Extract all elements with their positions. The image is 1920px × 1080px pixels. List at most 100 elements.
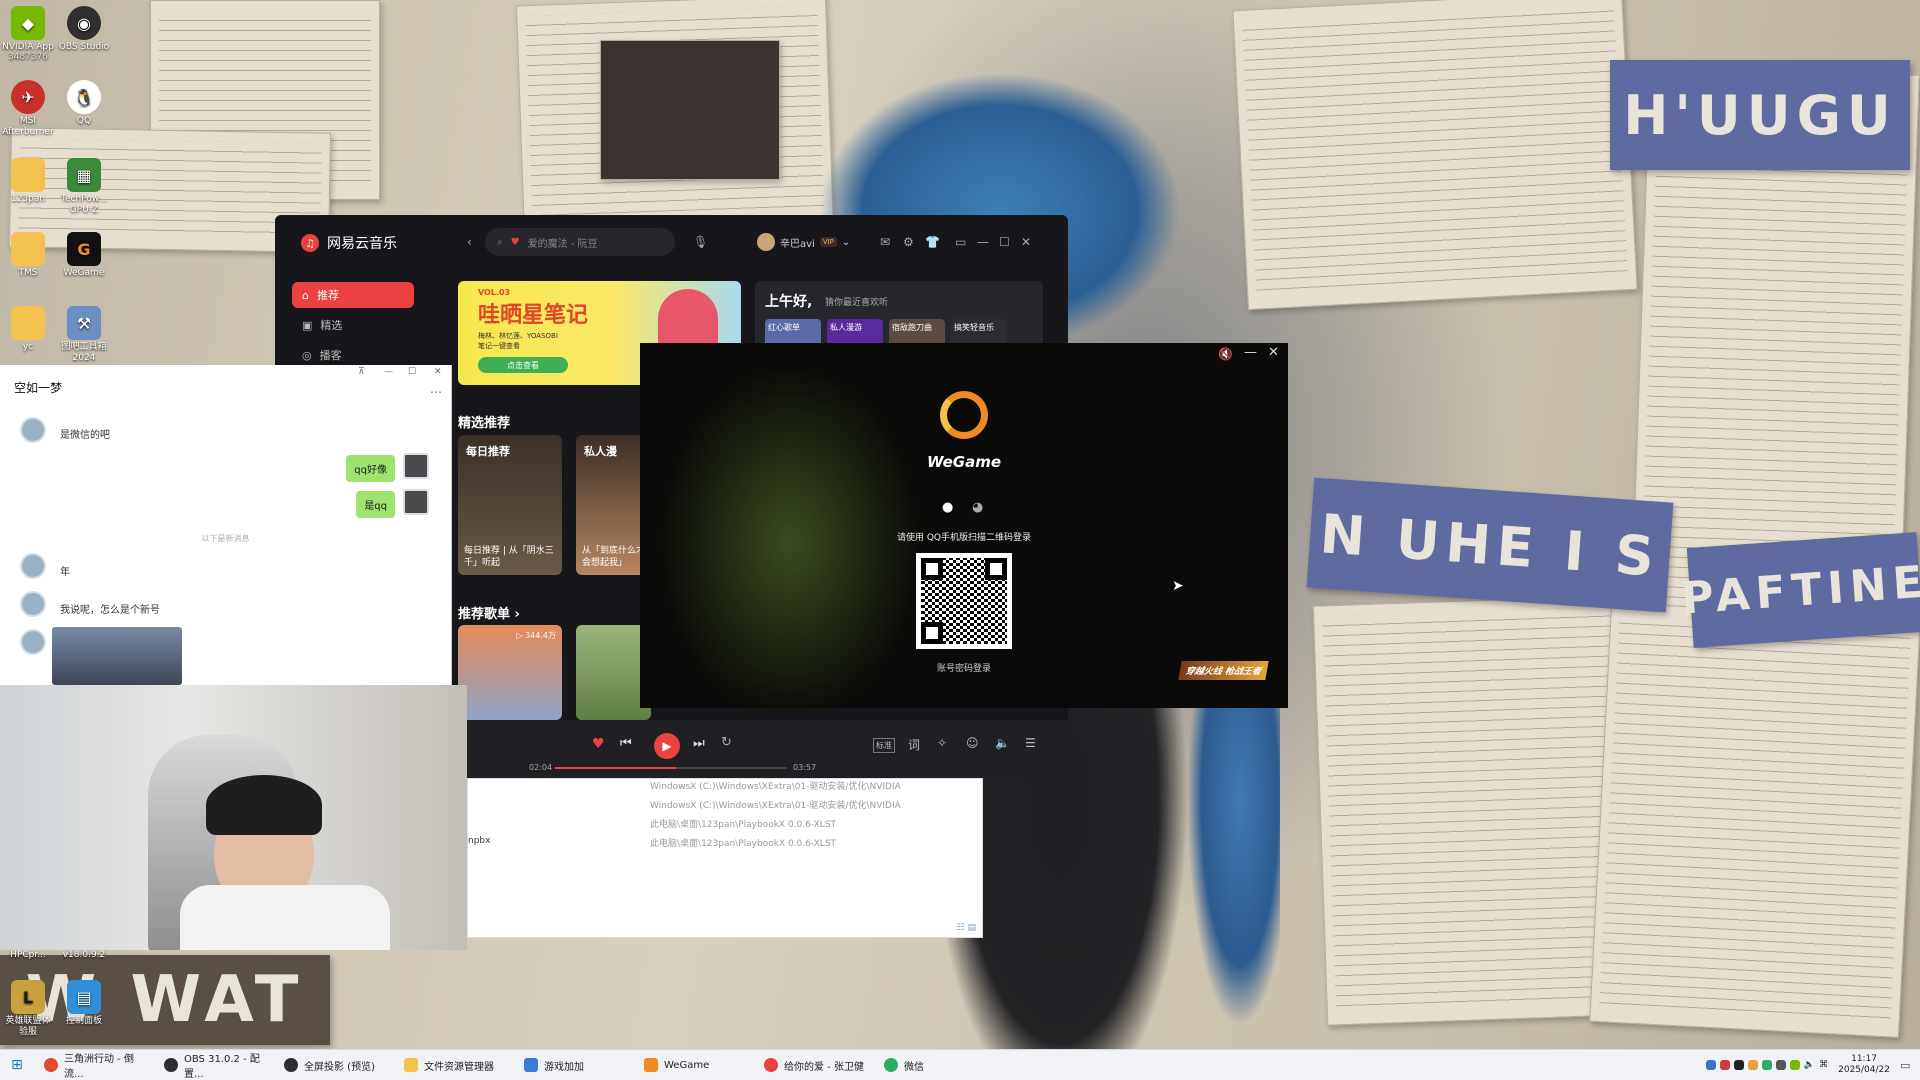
lol-icon: L: [11, 980, 45, 1014]
desktop-icon-hpc[interactable]: HPCpr...: [2, 950, 54, 961]
streamer-hair: [206, 775, 322, 835]
next-icon[interactable]: ⏭: [693, 736, 705, 751]
maximize-icon[interactable]: ☐: [408, 367, 416, 377]
playlist-card[interactable]: ▷ 344.4万: [458, 625, 562, 720]
theme-icon[interactable]: 👕: [925, 235, 940, 249]
playlist-icon[interactable]: ☰: [1025, 736, 1036, 750]
game-plus-icon: [524, 1058, 538, 1072]
explorer-row[interactable]: 此电脑\桌面\123pan\PlaybookX 0.0.6-XLST: [650, 836, 836, 849]
play-button[interactable]: ▶: [654, 733, 680, 759]
minimize-icon[interactable]: —: [1244, 345, 1257, 360]
sound-effect-icon[interactable]: ✧: [937, 736, 947, 750]
user-profile[interactable]: 辛巴avi VIP ⌄: [757, 233, 850, 251]
obs-icon: [284, 1058, 298, 1072]
repeat-icon[interactable]: ↻: [721, 735, 732, 750]
taskbar-item[interactable]: 给你的爱 - 张卫健: [754, 1050, 874, 1080]
minimize-icon[interactable]: —: [384, 367, 393, 377]
mute-icon[interactable]: 🔇: [1218, 347, 1233, 361]
desktop-icon-wegame[interactable]: G WeGame: [58, 232, 110, 279]
playlist-title[interactable]: 推荐歌单 ›: [458, 603, 520, 622]
wegame-icon: [644, 1058, 658, 1072]
nav-item-recommend[interactable]: ⌂ 推荐: [292, 282, 414, 308]
progress-track[interactable]: [555, 767, 787, 769]
featured-icon: ▣: [302, 318, 313, 332]
desktop-icon-tms[interactable]: TMS: [2, 232, 54, 279]
daily-recommend-card[interactable]: 每日推荐 每日推荐 | 从「阴水三千」听起: [458, 435, 562, 575]
mini-mode-icon[interactable]: ▭: [955, 235, 966, 249]
qq-login-tab-icon[interactable]: ●: [942, 500, 953, 515]
network-icon[interactable]: ⌘: [1819, 1060, 1828, 1070]
pin-icon[interactable]: ⊼: [358, 367, 365, 377]
password-login-link[interactable]: 账号密码登录: [914, 661, 1014, 674]
taskbar-item[interactable]: 游戏加加: [514, 1050, 634, 1080]
view-toggle-icon[interactable]: ☷ ▤: [957, 923, 976, 933]
taskbar-item[interactable]: 三角洲行动 - 倒流...: [34, 1050, 154, 1080]
wechat-login-tab-icon[interactable]: ◕: [972, 500, 983, 515]
tray-app-icon[interactable]: [1733, 1060, 1744, 1070]
quality-button[interactable]: 标准: [873, 738, 895, 753]
desktop-icon-123pan[interactable]: 123pan: [2, 158, 54, 205]
game-ad-badge[interactable]: 穿越火线 枪战王者: [1178, 661, 1269, 680]
wegame-logo-icon: [940, 391, 988, 439]
taskbar-item[interactable]: 全屏投影 (预览): [274, 1050, 394, 1080]
tray-app-icon[interactable]: [1705, 1060, 1716, 1070]
windows-start-icon[interactable]: ⊞: [0, 1050, 34, 1080]
desktop-icon-lol[interactable]: L 英雄联盟体验服: [2, 980, 54, 1038]
avatar: [20, 591, 46, 617]
microphone-icon[interactable]: 🎙: [693, 235, 708, 249]
chevron-down-icon: ⌄: [841, 236, 851, 248]
desktop-icon-qq[interactable]: 🐧 QQ: [58, 80, 110, 127]
lyrics-icon[interactable]: 词: [908, 736, 920, 753]
notification-icon[interactable]: ▭: [1900, 1059, 1920, 1072]
desktop-icon-app[interactable]: v18.0.9.2: [58, 950, 110, 961]
clock[interactable]: 11:17 2025/04/22: [1838, 1054, 1890, 1076]
card-tag: 每日推荐: [466, 445, 510, 458]
taskbar-item[interactable]: 微信: [874, 1050, 994, 1080]
more-icon[interactable]: ⋯: [430, 385, 442, 399]
banner-button[interactable]: 点击查看: [478, 357, 568, 373]
explorer-row[interactable]: WindowsX (C:)\Windows\XExtra\01-驱动安装/优化\…: [650, 779, 901, 792]
nav-item-featured[interactable]: ▣ 精选: [292, 312, 414, 338]
taskbar-item[interactable]: 文件资源管理器: [394, 1050, 514, 1080]
tray-app-icon[interactable]: [1719, 1060, 1730, 1070]
desktop-icon-afterburner[interactable]: ✈ MSI Afterburner: [2, 80, 54, 138]
tray-app-icon[interactable]: [1789, 1060, 1800, 1070]
explorer-row[interactable]: WindowsX (C:)\Windows\XExtra\01-驱动安装/优化\…: [650, 798, 901, 811]
tray-app-icon[interactable]: [1775, 1060, 1786, 1070]
desktop-icon-control-panel[interactable]: ▤ 控制面板: [58, 980, 110, 1027]
settings-icon[interactable]: ⚙: [903, 235, 914, 249]
search-input[interactable]: ⌕ ♥ 爱的魔法 - 阮豆: [485, 228, 675, 256]
folder-icon: [11, 232, 45, 266]
tray-app-icon[interactable]: [1761, 1060, 1772, 1070]
close-icon[interactable]: ✕: [1021, 235, 1031, 249]
volume-icon[interactable]: 🔈: [995, 736, 1010, 750]
back-icon[interactable]: ‹: [467, 235, 472, 249]
close-icon[interactable]: ✕: [1268, 345, 1279, 360]
minimize-icon[interactable]: —: [977, 235, 989, 249]
taskbar-item[interactable]: WeGame: [634, 1050, 754, 1080]
desktop-corner-text: 3487376: [7, 52, 49, 62]
taskbar-item[interactable]: OBS 31.0.2 - 配置...: [154, 1050, 274, 1080]
search-icon: ⌕: [497, 236, 503, 248]
banner-line2: 笔记一键查看: [478, 342, 520, 350]
listen-together-icon[interactable]: ☺: [966, 736, 979, 750]
desktop-icon-yc[interactable]: yc: [2, 306, 54, 353]
desktop-icon-obs[interactable]: ◉ OBS Studio: [58, 6, 110, 53]
volume-icon[interactable]: 🔈: [1804, 1060, 1815, 1070]
maximize-icon[interactable]: ☐: [999, 235, 1010, 249]
desktop-icon-nvidia[interactable]: ◆ NVIDIA App: [2, 6, 54, 53]
desktop-icon-toolbox[interactable]: ⚒ 图吧工具箱 2024: [58, 306, 110, 364]
mail-icon[interactable]: ✉: [880, 235, 890, 249]
file-explorer-window[interactable]: WindowsX (C:)\Windows\XExtra\01-驱动安装/优化\…: [467, 778, 983, 938]
tray-app-icon[interactable]: [1747, 1060, 1758, 1070]
wegame-login-window: 🔇 — ✕ WeGame ● ◕ 请使用 QQ手机版扫描二维码登录 账号密码登录…: [640, 343, 1288, 708]
like-heart-icon[interactable]: ♥: [592, 736, 605, 752]
home-icon: ⌂: [302, 288, 309, 302]
previous-icon[interactable]: ⏮: [620, 736, 632, 751]
chat-image-attachment[interactable]: [52, 627, 182, 685]
explorer-row[interactable]: 此电脑\桌面\123pan\PlaybookX 0.0.6-XLST: [650, 817, 836, 830]
close-icon[interactable]: ✕: [434, 367, 442, 377]
folder-icon: [11, 306, 45, 340]
desktop-icon-gpuz[interactable]: ▦ TechPow... GPU-Z: [58, 158, 110, 216]
avatar: [403, 453, 429, 479]
